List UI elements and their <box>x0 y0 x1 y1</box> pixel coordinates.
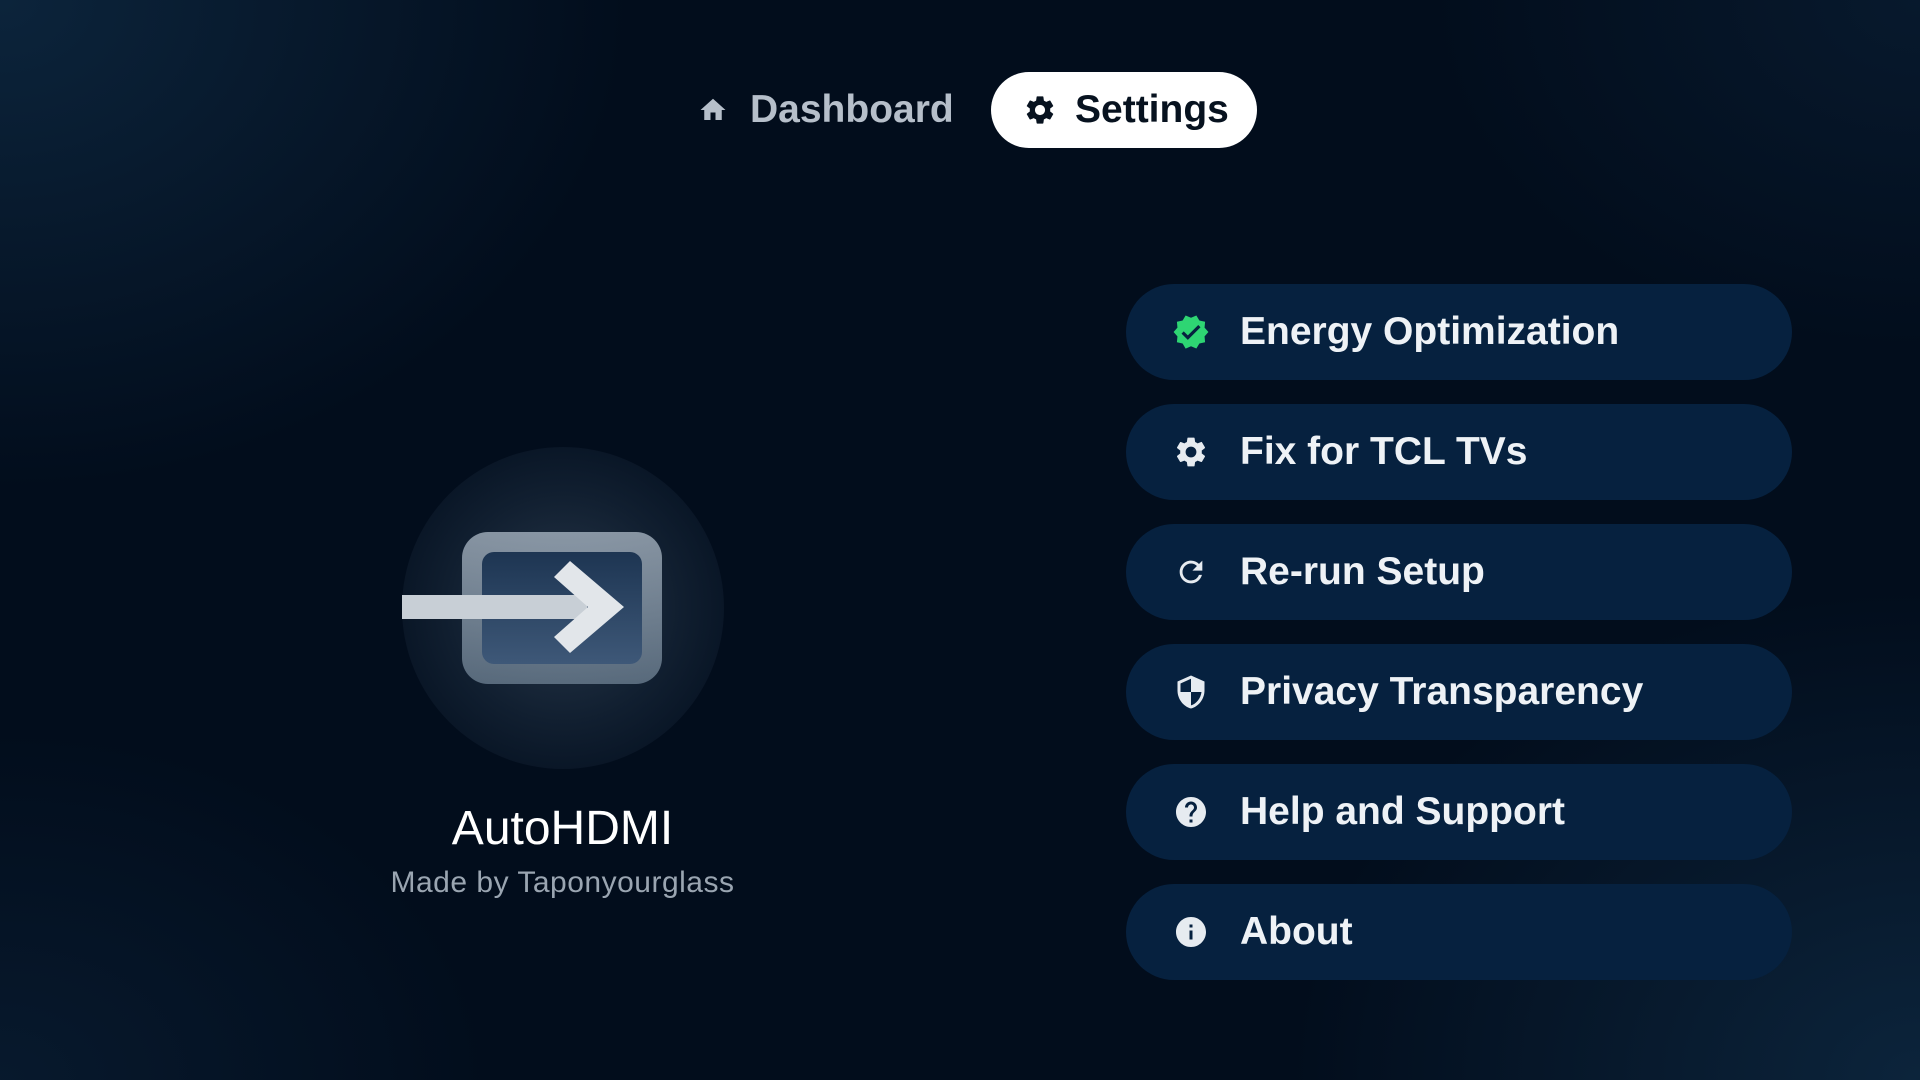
home-icon <box>696 93 730 127</box>
fix-tcl-tvs-button[interactable]: Fix for TCL TVs <box>1126 404 1792 500</box>
tab-settings-label: Settings <box>1075 88 1229 131</box>
rerun-setup-label: Re-run Setup <box>1240 550 1485 593</box>
rerun-setup-button[interactable]: Re-run Setup <box>1126 524 1792 620</box>
help-support-button[interactable]: Help and Support <box>1126 764 1792 860</box>
help-support-label: Help and Support <box>1240 790 1565 833</box>
fix-tcl-tvs-label: Fix for TCL TVs <box>1240 430 1528 473</box>
tab-dashboard[interactable]: Dashboard <box>690 72 956 148</box>
info-icon <box>1172 913 1210 951</box>
verified-check-icon <box>1172 313 1210 351</box>
about-label: About <box>1240 910 1353 953</box>
gear-icon <box>1023 93 1057 127</box>
gear-icon <box>1172 433 1210 471</box>
about-button[interactable]: About <box>1126 884 1792 980</box>
tab-dashboard-label: Dashboard <box>750 88 954 131</box>
refresh-icon <box>1172 553 1210 591</box>
app-credit: Made by Taponyourglass <box>390 866 735 899</box>
help-icon <box>1172 793 1210 831</box>
privacy-transparency-label: Privacy Transparency <box>1240 670 1644 713</box>
tab-settings[interactable]: Settings <box>991 72 1257 148</box>
privacy-transparency-button[interactable]: Privacy Transparency <box>1126 644 1792 740</box>
app-name: AutoHDMI <box>451 802 674 855</box>
top-navigation: Dashboard Settings <box>0 72 1920 148</box>
shield-icon <box>1172 673 1210 711</box>
hdmi-input-arrow-icon <box>402 532 662 684</box>
energy-optimization-button[interactable]: Energy Optimization <box>1126 284 1792 380</box>
energy-optimization-label: Energy Optimization <box>1240 310 1620 353</box>
